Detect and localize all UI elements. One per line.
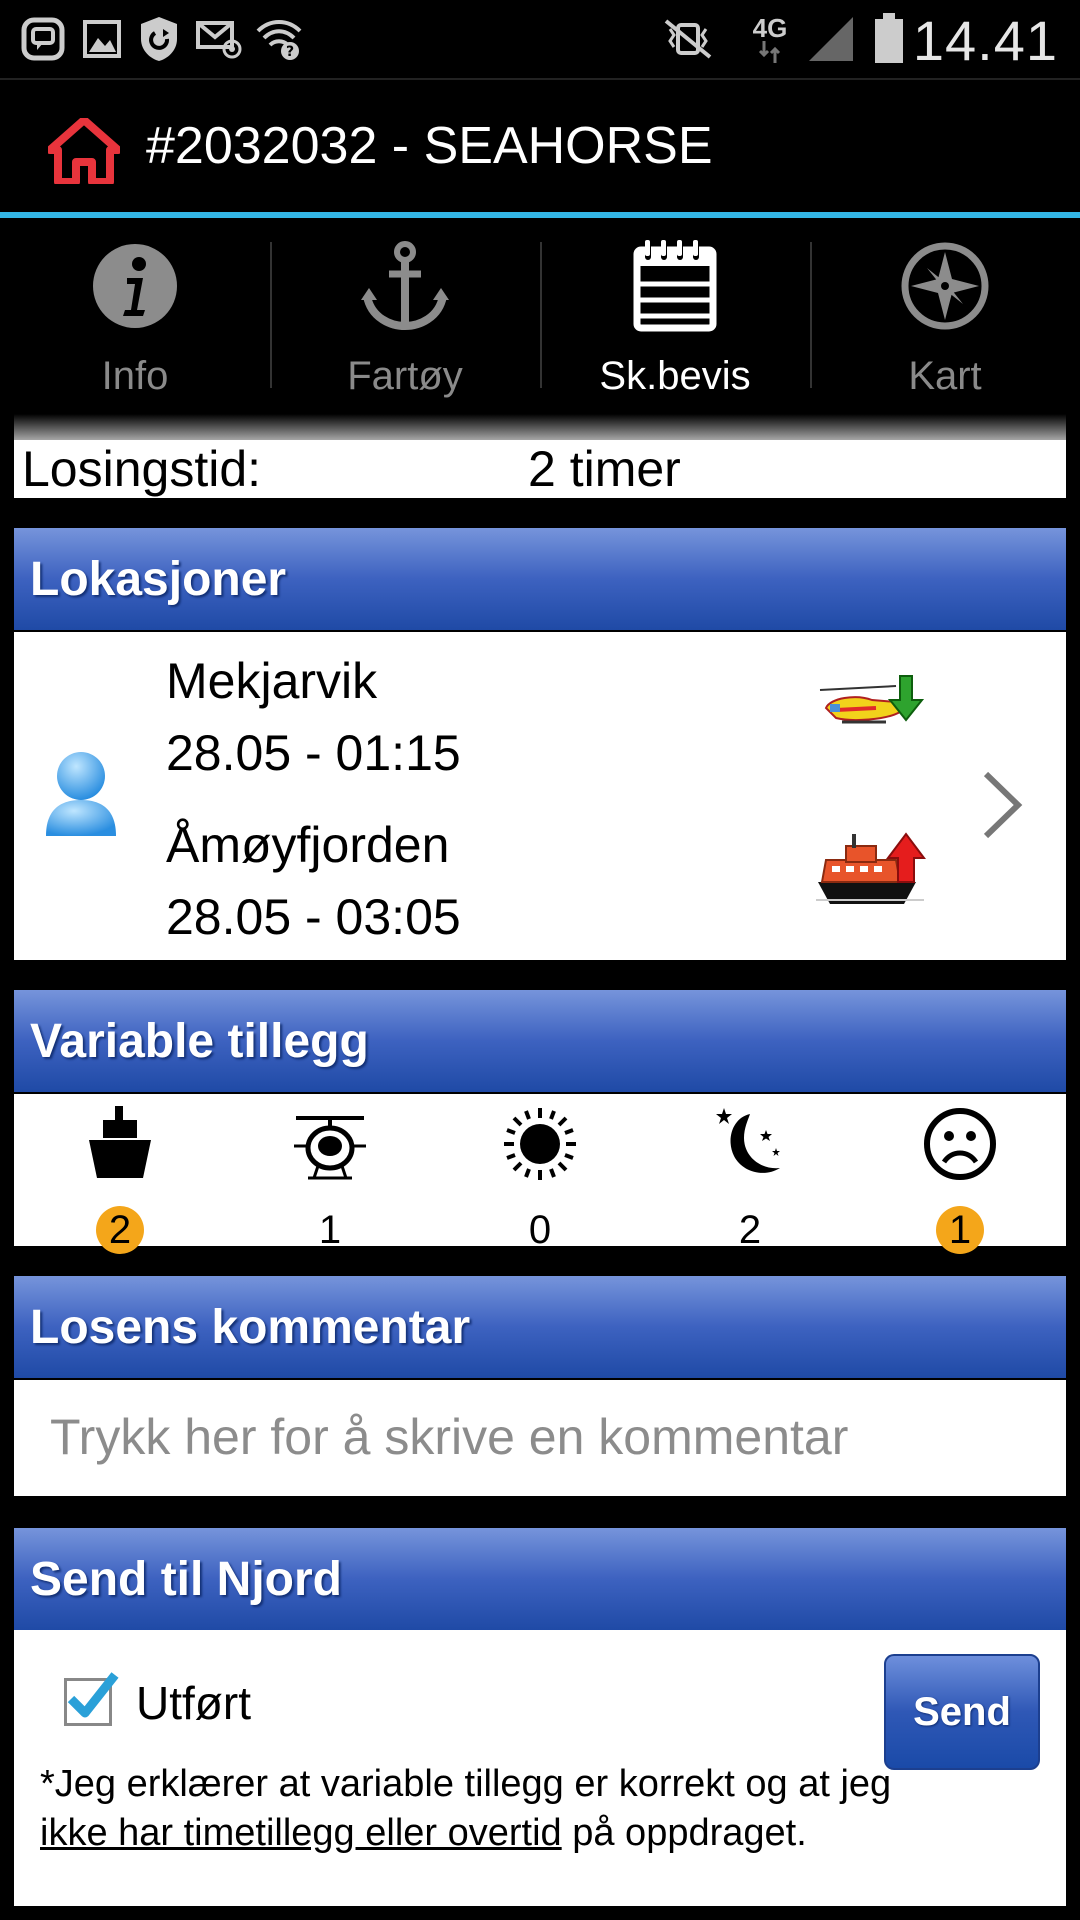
compass-icon [901, 242, 989, 330]
declaration-end: på oppdraget. [561, 1812, 807, 1854]
helicopter-icon [294, 1116, 366, 1180]
sun-icon [504, 1108, 576, 1180]
status-bar: ? 4G 14.41 [0, 0, 1080, 78]
utfort-label: Utført [136, 1677, 251, 1729]
page-title: #2032032 - SEAHORSE [146, 117, 713, 175]
clock: 14.41 [912, 9, 1058, 72]
tab-fartoy[interactable]: Fartøy [270, 218, 540, 414]
from-time: 28.05 - 01:15 [166, 725, 461, 781]
var-item-helicopter[interactable]: 1 [270, 1104, 390, 1252]
var-count: 0 [528, 1208, 552, 1252]
var-item-ship[interactable]: 2 [60, 1104, 180, 1254]
ship-icon [89, 1106, 151, 1178]
tab-kart[interactable]: Kart [810, 218, 1080, 414]
gallery-icon [82, 12, 122, 66]
network-4g-icon: 4G [748, 12, 792, 66]
send-card: Utført Send *Jeg erklærer at variable ti… [14, 1630, 1066, 1906]
tab-info[interactable]: Info [0, 218, 270, 414]
declaration-underlined: ikke har timetillegg eller overtid [40, 1812, 562, 1854]
to-time: 28.05 - 03:05 [166, 889, 461, 945]
battery-icon [872, 12, 906, 66]
helicopter-down-icon [819, 675, 925, 724]
declaration-start: *Jeg erklærer at variable tillegg er kor… [40, 1763, 892, 1805]
losingstid-label: Losingstid: [22, 441, 262, 497]
var-item-night[interactable]: 2 [690, 1104, 810, 1252]
var-count: 1 [936, 1206, 984, 1254]
bbm-icon [20, 12, 66, 66]
title-bar: #2032032 - SEAHORSE [0, 78, 1080, 214]
pilot-avatar-icon [46, 752, 116, 836]
variable-tillegg-header: Variable tillegg [14, 990, 1066, 1092]
anchor-icon [361, 241, 449, 331]
send-button[interactable]: Send [884, 1654, 1040, 1770]
section-title: Losens kommentar [30, 1301, 471, 1354]
var-item-sun[interactable]: 0 [480, 1104, 600, 1252]
from-place: Mekjarvik [166, 653, 378, 709]
losingstid-value: 2 timer [528, 441, 681, 497]
info-icon [93, 244, 177, 328]
checkmark-icon [67, 1672, 119, 1718]
shield-sync-icon [136, 12, 182, 66]
sad-face-icon [924, 1108, 996, 1180]
vibrate-mute-icon [660, 12, 716, 66]
var-count: 1 [318, 1208, 342, 1252]
declaration-text: *Jeg erklærer at variable tillegg er kor… [40, 1760, 900, 1858]
section-title: Variable tillegg [30, 1015, 369, 1068]
moon-stars-icon [716, 1108, 780, 1173]
chevron-right-icon[interactable] [980, 770, 1024, 840]
tab-label: Fartøy [347, 354, 463, 398]
tab-bar: Info Fartøy Sk.bevis Kart [0, 218, 1080, 414]
var-count: 2 [738, 1208, 762, 1252]
mail-icon [196, 12, 242, 66]
tab-sk-bevis[interactable]: Sk.bevis [540, 218, 810, 414]
utfort-checkbox[interactable] [64, 1672, 119, 1726]
svg-text:?: ? [286, 44, 294, 60]
signal-icon [806, 12, 856, 66]
section-title: Send til Njord [30, 1553, 342, 1606]
section-title: Lokasjoner [30, 553, 287, 606]
tab-label: Info [101, 354, 169, 398]
tab-label: Kart [908, 354, 982, 398]
comment-box[interactable]: Trykk her for å skrive en kommentar [14, 1380, 1066, 1496]
lokasjoner-header: Lokasjoner [14, 528, 1066, 630]
boat-up-icon [816, 832, 926, 904]
losens-kommentar-header: Losens kommentar [14, 1276, 1066, 1378]
var-count: 2 [96, 1206, 144, 1254]
wifi-question-icon: ? [256, 12, 302, 66]
to-place: Åmøyfjorden [166, 817, 450, 873]
variable-tillegg-row: 2 1 0 2 1 [14, 1094, 1066, 1254]
losingstid-row: Losingstid: 2 timer [14, 440, 1066, 498]
comment-input[interactable]: Trykk her for å skrive en kommentar [50, 1408, 848, 1466]
home-icon[interactable] [46, 116, 122, 186]
lokasjoner-card[interactable]: Mekjarvik 28.05 - 01:15 Åmøyfjorden 28.0… [14, 632, 1066, 960]
var-item-sad[interactable]: 1 [900, 1104, 1020, 1254]
calendar-icon [633, 240, 717, 332]
send-til-njord-header: Send til Njord [14, 1528, 1066, 1630]
tab-label: Sk.bevis [599, 354, 751, 398]
